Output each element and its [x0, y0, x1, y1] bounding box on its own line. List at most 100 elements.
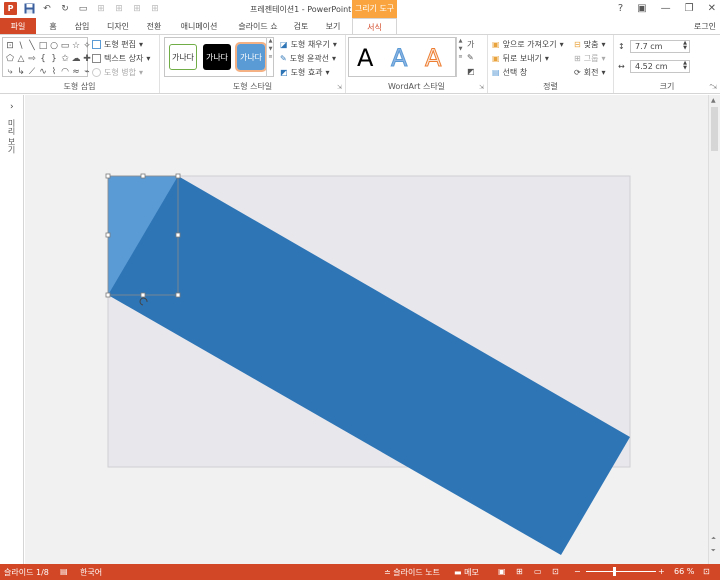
undo-icon[interactable]: ↶	[41, 3, 53, 15]
resize-handle[interactable]	[105, 232, 111, 238]
brace-shape-icon[interactable]: }	[49, 53, 59, 65]
customize-qat-icon[interactable]: ⊞	[131, 3, 143, 15]
slide-editing-area[interactable]	[25, 95, 708, 564]
shape-effects-button[interactable]: ◩ 도형 효과 ▾	[280, 67, 330, 78]
star-shape-icon[interactable]: ☆	[71, 40, 81, 52]
expand-chevron-icon[interactable]: ›	[10, 102, 14, 112]
star-shape-icon[interactable]: ✩	[60, 53, 70, 65]
line-shape-icon[interactable]: ╲	[27, 40, 37, 52]
notes-button[interactable]: ≐ 슬라이드 노트	[384, 567, 440, 578]
tab-insert[interactable]: 삽입	[70, 18, 94, 35]
redo-icon[interactable]: ↻	[59, 3, 71, 15]
wave-shape-icon[interactable]: ≈	[71, 66, 81, 78]
shape-styles-gallery[interactable]: 가나다 가나다 가나다	[164, 37, 274, 77]
text-effects-icon[interactable]: ◩	[467, 67, 475, 76]
spinner-icon[interactable]: ▲ ▼	[683, 61, 687, 71]
wordart-style-blue[interactable]: A	[390, 44, 407, 73]
width-input[interactable]: 4.52 cm ▲ ▼	[630, 60, 690, 73]
resize-handle[interactable]	[105, 292, 111, 298]
login-link[interactable]: 로그인	[694, 18, 716, 35]
plus-shape-icon[interactable]: ✚	[82, 53, 92, 65]
text-box-shape-icon[interactable]: ⊡	[5, 40, 15, 52]
reading-view-icon[interactable]: ▭	[534, 567, 542, 576]
more-icon[interactable]: ⊞	[149, 3, 161, 15]
cloud-shape-icon[interactable]: ☁	[71, 53, 81, 65]
collapse-ribbon-icon[interactable]: ⌃	[708, 83, 714, 91]
wordart-scroll[interactable]: ▲ ▼ ≡	[456, 37, 464, 77]
tab-review[interactable]: 검토	[289, 18, 313, 35]
text-box-button[interactable]: 텍스트 상자 ▾	[92, 53, 150, 64]
scroll-down-icon[interactable]: ▼	[457, 45, 464, 53]
scroll-down-icon[interactable]: ▼	[267, 45, 274, 53]
shape-outline-button[interactable]: ✎ 도형 윤곽선 ▾	[280, 53, 336, 64]
arc-shape-icon[interactable]: ◠	[60, 66, 70, 78]
wordart-gallery[interactable]: A A A	[348, 37, 456, 77]
tab-animations[interactable]: 애니메이션	[174, 18, 224, 35]
thumbnail-pane-collapsed[interactable]: › 미리 보기	[0, 95, 24, 564]
restore-icon[interactable]: ❐	[685, 3, 694, 14]
style-swatch-blue-selected[interactable]: 가나다	[235, 42, 267, 72]
gallery-more-icon[interactable]: ≡	[267, 53, 274, 61]
close-icon[interactable]: ✕	[708, 3, 716, 14]
fit-to-window-icon[interactable]: ⊡	[703, 567, 710, 576]
zoom-slider-thumb[interactable]	[613, 567, 616, 576]
tab-transitions[interactable]: 전환	[142, 18, 166, 35]
tab-view[interactable]: 보기	[321, 18, 345, 35]
resize-handle[interactable]	[105, 173, 111, 179]
tab-slideshow[interactable]: 슬라이드 쇼	[233, 18, 283, 35]
rectangle-shape-icon[interactable]: □	[38, 40, 48, 52]
resize-handle[interactable]	[140, 292, 146, 298]
language-indicator[interactable]: 한국어	[80, 567, 102, 578]
scroll-thumb[interactable]	[711, 107, 718, 151]
line-shape-icon[interactable]: \	[16, 40, 26, 52]
tab-file[interactable]: 파일	[0, 18, 36, 35]
zoom-in-icon[interactable]: +	[658, 567, 665, 576]
resize-handle[interactable]	[140, 173, 146, 179]
gallery-more-icon[interactable]: ≡	[457, 53, 464, 61]
zigzag-shape-icon[interactable]: ⌁	[82, 66, 92, 78]
scroll-up-icon[interactable]: ▲	[267, 37, 274, 45]
resize-handle[interactable]	[175, 173, 181, 179]
style-swatch-black[interactable]: 가나다	[203, 44, 231, 70]
scroll-up-icon[interactable]: ▲	[457, 37, 464, 45]
tab-home[interactable]: 홈	[44, 18, 62, 35]
ribbon-display-icon[interactable]: ▣	[637, 3, 646, 14]
curve-shape-icon[interactable]: ∿	[38, 66, 48, 78]
zoom-level[interactable]: 66 %	[674, 567, 694, 576]
curly-shape-icon[interactable]: {	[38, 53, 48, 65]
bring-forward-button[interactable]: ▣ 앞으로 가져오기 ▾	[492, 39, 564, 50]
style-swatch-outline[interactable]: 가나다	[169, 44, 197, 70]
connector-shape-icon[interactable]: ⤷	[5, 66, 15, 78]
dialog-launcher-icon[interactable]: ⇲	[337, 84, 342, 91]
help-icon[interactable]: ?	[618, 3, 623, 14]
resize-handle[interactable]	[175, 292, 181, 298]
align-button[interactable]: ⊟ 맞춤 ▾	[574, 39, 605, 50]
zoom-out-icon[interactable]: −	[574, 567, 581, 576]
start-from-beginning-icon[interactable]: ▭	[77, 3, 89, 15]
pentagon-shape-icon[interactable]: ⬠	[5, 53, 15, 65]
text-fill-icon[interactable]: 가	[467, 39, 474, 50]
height-input[interactable]: 7.7 cm ▲ ▼	[630, 40, 690, 53]
burst-shape-icon[interactable]: ✧	[82, 40, 92, 52]
shape-styles-scroll[interactable]: ▲ ▼ ≡	[266, 37, 274, 77]
slideshow-view-icon[interactable]: ⊡	[552, 567, 559, 576]
freeform-shape-icon[interactable]: ⌇	[49, 66, 59, 78]
minimize-icon[interactable]: —	[661, 3, 671, 14]
send-backward-button[interactable]: ▣ 뒤로 보내기 ▾	[492, 53, 549, 64]
rotate-button[interactable]: ⟳ 회전 ▾	[574, 67, 605, 78]
scroll-up-icon[interactable]: ▲	[711, 97, 716, 104]
shapes-gallery[interactable]: ⊡ \ ╲ □ ○ ▭ ☆ ✧ ⬠ △ ⇨ { } ✩ ☁ ✚ ⤷ ↳ ⟋ ∿	[2, 37, 91, 78]
tab-design[interactable]: 디자인	[103, 18, 133, 35]
shape-fill-button[interactable]: ◪ 도형 채우기 ▾	[280, 39, 337, 50]
vertical-scrollbar[interactable]: ▲ ⏶ ⏷	[708, 95, 720, 564]
oval-shape-icon[interactable]: ○	[49, 40, 59, 52]
spellcheck-icon[interactable]: ▤	[60, 567, 68, 576]
spinner-icon[interactable]: ▲ ▼	[683, 41, 687, 51]
edit-shape-button[interactable]: 도형 편집 ▾	[92, 39, 143, 50]
line-shape-icon[interactable]: ⟋	[27, 66, 37, 78]
selection-pane-button[interactable]: ▤ 선택 창	[492, 67, 527, 78]
triangle-shape-icon[interactable]: △	[16, 53, 26, 65]
arrow-shape-icon[interactable]: ⇨	[27, 53, 37, 65]
slide-sorter-icon[interactable]: ⊞	[516, 567, 523, 576]
dialog-launcher-icon[interactable]: ⇲	[479, 84, 484, 91]
